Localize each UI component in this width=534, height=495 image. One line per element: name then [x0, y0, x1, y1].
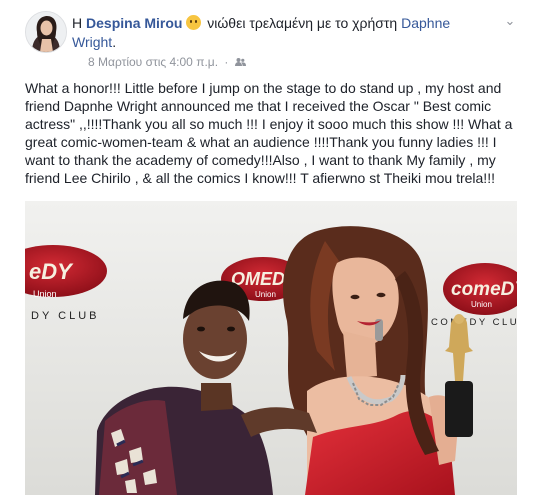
svg-text:Union: Union — [471, 300, 492, 309]
headline-prefix: Η — [72, 15, 83, 31]
headline-period: . — [112, 34, 117, 50]
svg-text:COMEDY CLUB: COMEDY CLUB — [431, 317, 517, 328]
friends-icon[interactable] — [234, 57, 246, 67]
post-options-chevron-down-icon[interactable]: ⌄ — [503, 14, 517, 28]
svg-text:Union: Union — [33, 289, 57, 299]
crazy-face-emoji-icon — [186, 15, 202, 30]
award-photo-image: eDY Union DY CLUB OMEDY Union comeDY Uni… — [25, 201, 517, 495]
post-timestamp-link[interactable]: 8 Μαρτίου στις 4:00 π.μ. — [88, 55, 218, 69]
author-avatar[interactable] — [25, 11, 67, 53]
comedy-union-logo-left: eDY Union DY CLUB — [25, 245, 107, 322]
post-photo[interactable]: eDY Union DY CLUB OMEDY Union comeDY Uni… — [25, 201, 517, 495]
facebook-post: Η Despina Mirou νιώθει τρελαμένη με το χ… — [0, 0, 534, 495]
meta-separator: · — [224, 55, 229, 69]
post-body-text: What a honor!!! Little before I jump on … — [25, 80, 513, 186]
svg-text:Union: Union — [255, 290, 276, 299]
avatar-image — [26, 12, 66, 52]
post-meta: 8 Μαρτίου στις 4:00 π.μ. · — [88, 55, 246, 69]
svg-text:DY CLUB: DY CLUB — [31, 310, 99, 322]
svg-text:comeDY: comeDY — [451, 279, 517, 300]
feeling-text: νιώθει τρελαμένη με το χρήστη — [207, 15, 398, 31]
author-name-link[interactable]: Despina Mirou — [86, 15, 182, 31]
post-headline: Η Despina Mirou νιώθει τρελαμένη με το χ… — [72, 14, 482, 52]
svg-text:eDY: eDY — [29, 259, 74, 284]
